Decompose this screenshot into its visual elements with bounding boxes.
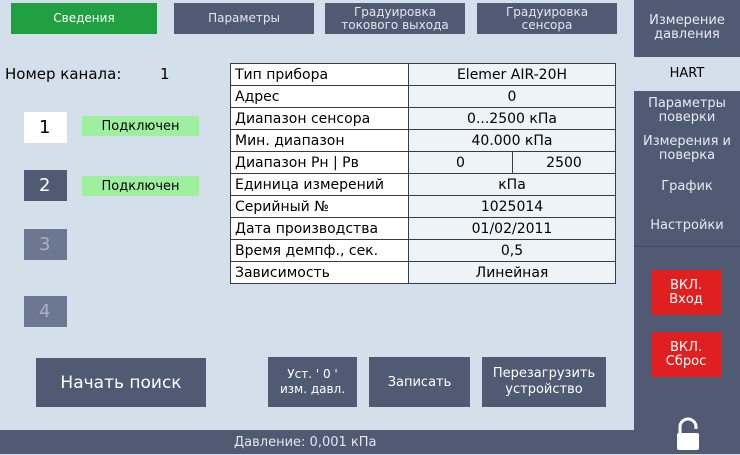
- row-value[interactable]: 1025014: [408, 195, 616, 218]
- sidebar-item-hart[interactable]: HART: [634, 57, 740, 91]
- row-value[interactable]: 01/02/2011: [408, 217, 616, 240]
- channel-4-button[interactable]: 4: [24, 296, 67, 327]
- table-row: Диапазон сенсора 0...2500 кПа: [230, 107, 616, 130]
- set-zero-button[interactable]: Уст. ' 0 ' изм. давл.: [268, 357, 357, 407]
- range-high-value[interactable]: 2500: [512, 151, 616, 174]
- table-row: Мин. диапазон 40.000 кПа: [230, 129, 616, 152]
- tab-parameters[interactable]: Параметры: [174, 3, 314, 34]
- row-value[interactable]: Линейная: [408, 261, 616, 284]
- table-row: Тип прибора Elemer AIR-20H: [230, 63, 616, 86]
- range-low-value[interactable]: 0: [408, 151, 513, 174]
- write-button[interactable]: Записать: [369, 357, 470, 407]
- row-label: Мин. диапазон: [230, 129, 409, 152]
- channel-3-button[interactable]: 3: [24, 229, 67, 260]
- device-info-table: Тип прибора Elemer AIR-20H Адрес 0 Диапазо…: [230, 63, 616, 284]
- table-row: Адрес 0: [230, 85, 616, 108]
- row-label: Время демпф., сек.: [230, 239, 409, 262]
- sidebar-item-settings[interactable]: Настройки: [634, 208, 740, 244]
- row-label: Дата производства: [230, 217, 409, 240]
- tab-info[interactable]: Сведения: [11, 3, 157, 34]
- tab-sensor-calibration[interactable]: Градуировка сенсора: [477, 3, 617, 34]
- table-row: Дата производства 01/02/2011: [230, 217, 616, 240]
- channel-number-value: 1: [160, 65, 170, 83]
- lock-icon[interactable]: [674, 417, 702, 451]
- channel-number-label: Номер канала:: [5, 65, 122, 83]
- channel-1-status: Подключен: [82, 116, 199, 136]
- channel-1-button[interactable]: 1: [24, 112, 67, 143]
- sidebar-item-graph[interactable]: График: [634, 169, 740, 205]
- row-label: Тип прибора: [230, 63, 409, 86]
- table-row: Зависимость Линейная: [230, 261, 616, 284]
- sidebar-item-verification-params[interactable]: Параметры поверки: [634, 93, 740, 129]
- table-row: Серийный № 1025014: [230, 195, 616, 218]
- row-value[interactable]: 0,5: [408, 239, 616, 262]
- row-value[interactable]: 40.000 кПа: [408, 129, 616, 152]
- sidebar-item-pressure[interactable]: Измерение давления: [634, 3, 740, 53]
- channel-2-status: Подключен: [82, 176, 199, 196]
- input-on-button[interactable]: ВКЛ. Вход: [651, 270, 721, 315]
- row-value[interactable]: Elemer AIR-20H: [408, 63, 616, 86]
- row-label: Диапазон Рн | Рв: [230, 151, 409, 174]
- pressure-readout: Давление: 0,001 кПа: [234, 435, 377, 450]
- sidebar-item-measure-verify[interactable]: Измерения и поверка: [634, 131, 740, 167]
- row-label: Диапазон сенсора: [230, 107, 409, 130]
- tab-current-output-calibration[interactable]: Градуировка токового выхода: [325, 3, 465, 34]
- row-label: Единица измерений: [230, 173, 409, 196]
- sidebar-divider: [634, 246, 740, 247]
- reboot-device-button[interactable]: Перезагрузить устройство: [482, 357, 606, 407]
- row-label: Серийный №: [230, 195, 409, 218]
- table-row: Единица измерений кПа: [230, 173, 616, 196]
- row-label: Адрес: [230, 85, 409, 108]
- row-value[interactable]: 0...2500 кПа: [408, 107, 616, 130]
- table-row: Время демпф., сек. 0,5: [230, 239, 616, 262]
- reset-on-button[interactable]: ВКЛ. Сброс: [651, 332, 721, 377]
- channel-2-button[interactable]: 2: [24, 170, 67, 201]
- row-value[interactable]: кПа: [408, 173, 616, 196]
- row-label: Зависимость: [230, 261, 409, 284]
- start-search-button[interactable]: Начать поиск: [36, 358, 206, 407]
- row-value[interactable]: 0: [408, 85, 616, 108]
- table-row: Диапазон Рн | Рв 0 2500: [230, 151, 616, 174]
